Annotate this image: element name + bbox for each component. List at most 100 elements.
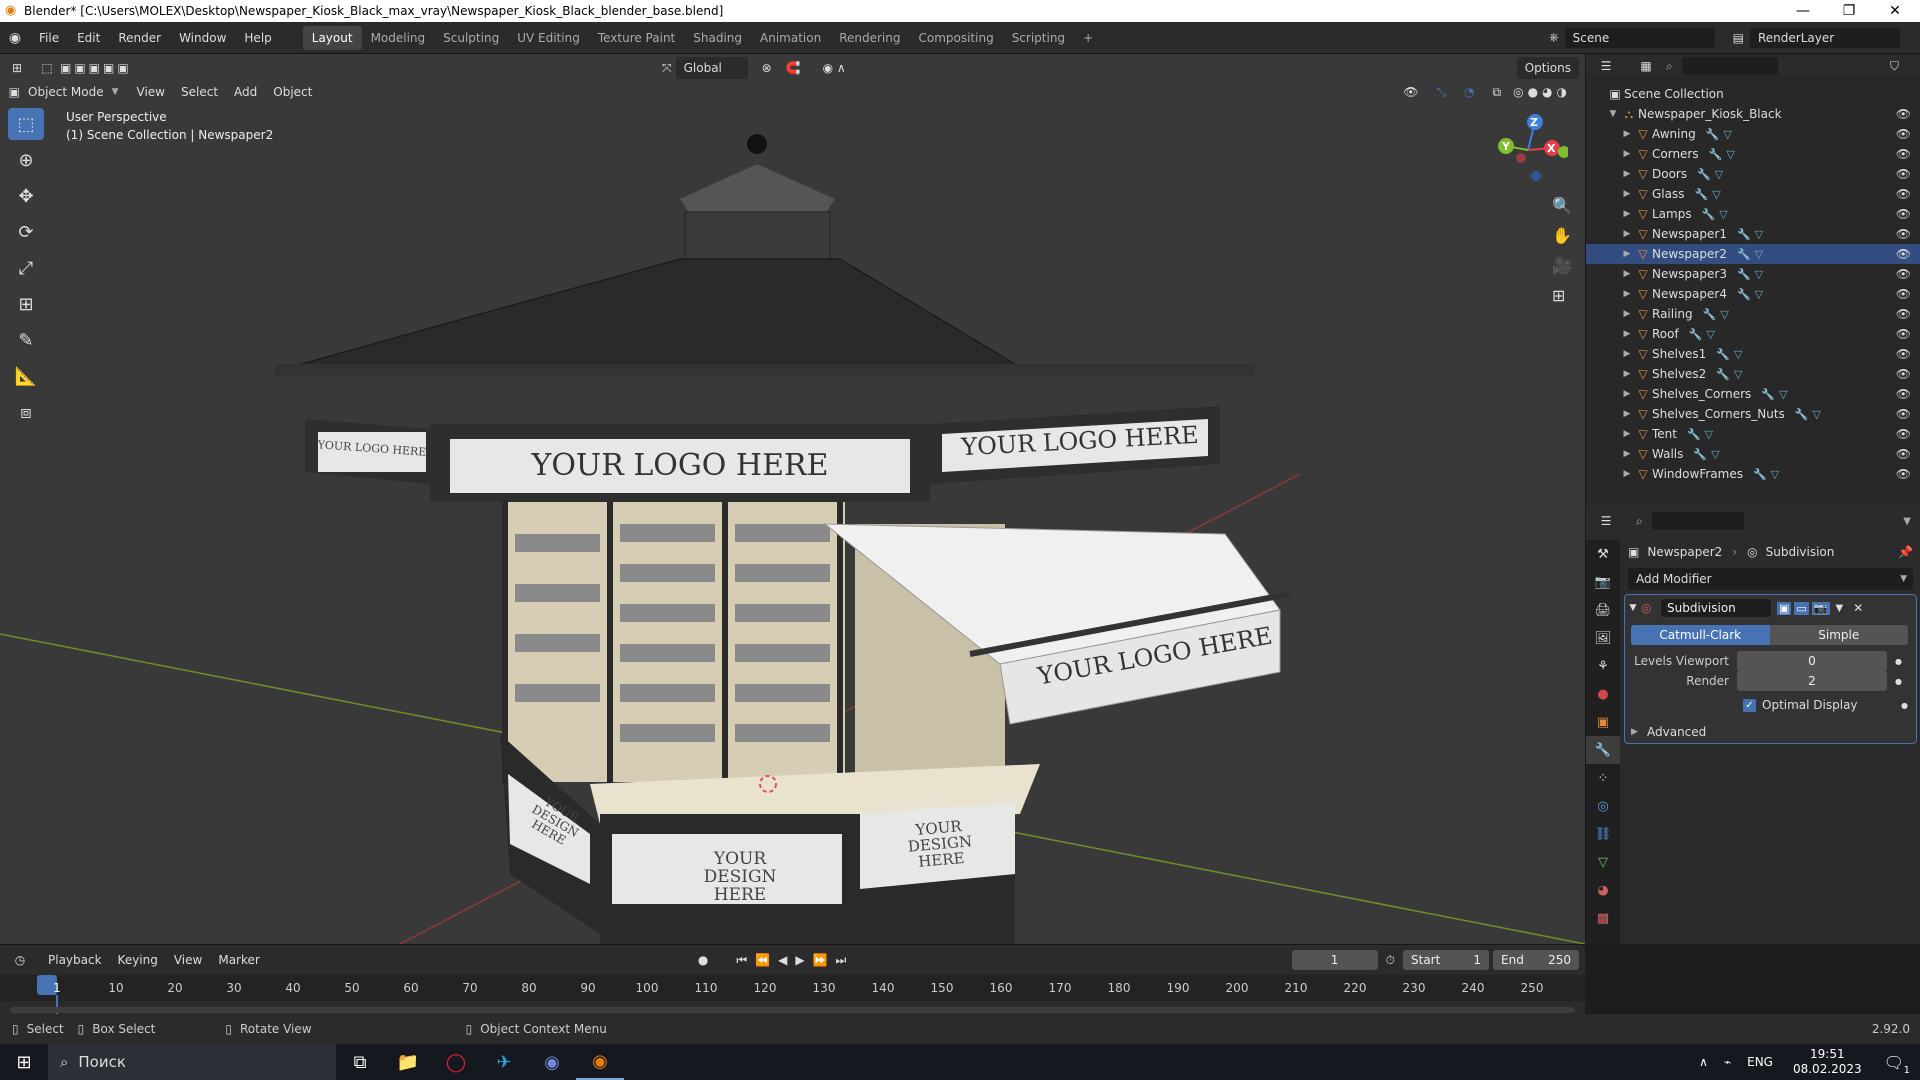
editor-type-icon[interactable]: ⊞ xyxy=(0,61,34,75)
scale-tool-icon[interactable]: ⤢ xyxy=(8,252,44,284)
rotate-tool-icon[interactable]: ⟳ xyxy=(8,216,44,248)
menu-marker[interactable]: Marker xyxy=(210,953,267,967)
visibility-eye-icon[interactable]: 👁 xyxy=(1896,247,1911,261)
catmull-clark-option[interactable]: Catmull-Clark xyxy=(1631,625,1770,645)
expand-arrow-icon[interactable]: ▶ xyxy=(1620,289,1634,299)
annotate-tool-icon[interactable]: ✎ xyxy=(8,324,44,356)
expand-arrow-icon[interactable]: ▶ xyxy=(1620,449,1634,459)
menu-playback[interactable]: Playback xyxy=(40,953,110,967)
properties-editor-icon[interactable]: ☰ xyxy=(1586,514,1626,528)
outliner-scene-collection[interactable]: ▣ Scene Collection xyxy=(1586,84,1920,104)
opera-icon[interactable]: ◯ xyxy=(432,1044,480,1080)
telegram-icon[interactable]: ✈ xyxy=(480,1044,528,1080)
xray-icon[interactable]: ⧉ xyxy=(1493,85,1502,100)
pan-hand-icon[interactable]: ✋ xyxy=(1552,226,1572,245)
outliner-item[interactable]: ▶ ▽ Shelves_Corners_Nuts 🔧▽ 👁 xyxy=(1586,404,1920,424)
pivot-icon[interactable]: ⊗ xyxy=(762,61,772,75)
network-icon[interactable]: ⌁ xyxy=(1724,1055,1731,1069)
optimal-display-checkbox[interactable]: ✓ xyxy=(1743,698,1756,712)
overlay-toggle-icon[interactable]: ◔ xyxy=(1464,85,1474,99)
preview-range-icon[interactable]: ⏱ xyxy=(1386,953,1395,968)
view-layer-tab-icon[interactable]: 🖼 xyxy=(1586,624,1620,652)
output-tab-icon[interactable]: 🖨 xyxy=(1586,596,1620,624)
outliner-item[interactable]: ▶ ▽ Doors 🔧▽ 👁 xyxy=(1586,164,1920,184)
scene-tab-icon[interactable]: ⚘ xyxy=(1586,652,1620,680)
modifier-tab-icon[interactable]: 🔧 xyxy=(1586,736,1620,764)
outliner-item[interactable]: ▶ ▽ Awning 🔧▽ 👁 xyxy=(1586,124,1920,144)
expand-arrow-icon[interactable]: ▶ xyxy=(1631,727,1647,737)
properties-search-input[interactable] xyxy=(1652,512,1744,530)
expand-arrow-icon[interactable]: ▶ xyxy=(1620,309,1634,319)
visibility-eye-icon[interactable]: 👁 xyxy=(1896,427,1911,441)
menu-select[interactable]: Select xyxy=(173,85,226,99)
outliner-item[interactable]: ▶ ▽ Newspaper3 🔧▽ 👁 xyxy=(1586,264,1920,284)
snap-icon[interactable]: 🧲 xyxy=(786,61,801,75)
menu-window[interactable]: Window xyxy=(170,31,235,45)
visibility-eye-icon[interactable]: 👁 xyxy=(1896,367,1911,381)
visibility-eye-icon[interactable]: 👁 xyxy=(1896,447,1911,461)
tab-scripting[interactable]: Scripting xyxy=(1003,26,1074,50)
tab-compositing[interactable]: Compositing xyxy=(909,26,1002,50)
outliner-item[interactable]: ▶ ▽ Shelves1 🔧▽ 👁 xyxy=(1586,344,1920,364)
tool-tab-icon[interactable]: ⚒ xyxy=(1586,540,1620,568)
measure-tool-icon[interactable]: 📐 xyxy=(8,360,44,392)
object-tab-icon[interactable]: ▣ xyxy=(1586,708,1620,736)
visibility-eye-icon[interactable]: 👁 xyxy=(1896,347,1911,361)
visibility-eye-icon[interactable]: 👁 xyxy=(1896,467,1911,481)
tab-shading[interactable]: Shading xyxy=(684,26,751,50)
outliner-item[interactable]: ▶ ▽ Corners 🔧▽ 👁 xyxy=(1586,144,1920,164)
current-frame-field[interactable]: 1 xyxy=(1291,950,1378,970)
shading-modes-icon[interactable]: ◎●◕◑ xyxy=(1513,85,1571,99)
tab-texture-paint[interactable]: Texture Paint xyxy=(589,26,684,50)
visibility-icon[interactable]: 👁 xyxy=(1403,85,1418,99)
simple-option[interactable]: Simple xyxy=(1769,625,1908,645)
ortho-grid-icon[interactable]: ⊞ xyxy=(1552,286,1565,305)
menu-file[interactable]: File xyxy=(30,31,68,45)
gizmo-toggle-icon[interactable]: ⤡ xyxy=(1436,85,1446,100)
transform-orientation-dropdown[interactable]: Global xyxy=(675,57,748,79)
expand-arrow-icon[interactable]: ▶ xyxy=(1620,469,1634,479)
remove-modifier-icon[interactable]: ✕ xyxy=(1853,601,1863,615)
menu-add[interactable]: Add xyxy=(226,85,265,99)
transform-tool-icon[interactable]: ⊞ xyxy=(8,288,44,320)
visibility-eye-icon[interactable]: 👁 xyxy=(1896,227,1911,241)
expand-arrow-icon[interactable]: ▶ xyxy=(1620,349,1634,359)
taskbar-search-box[interactable]: ⌕ Поиск xyxy=(48,1044,336,1080)
tab-modeling[interactable]: Modeling xyxy=(362,26,435,50)
menu-render[interactable]: Render xyxy=(109,31,170,45)
viewport-toggle-icon[interactable]: ▭ xyxy=(1794,601,1809,615)
expand-arrow-icon[interactable]: ▶ xyxy=(1620,409,1634,419)
levels-viewport-field[interactable]: 0 xyxy=(1737,651,1887,671)
frame-end-field[interactable]: End 250 xyxy=(1493,950,1579,970)
visibility-eye-icon[interactable]: 👁 xyxy=(1896,147,1911,161)
render-levels-field[interactable]: 2 xyxy=(1737,671,1887,691)
outliner-item[interactable]: ▶ ▽ Walls 🔧▽ 👁 xyxy=(1586,444,1920,464)
outliner-item[interactable]: ▶ ▽ Newspaper4 🔧▽ 👁 xyxy=(1586,284,1920,304)
keyframe-dot-icon[interactable]: ● xyxy=(1895,657,1902,666)
outliner-item[interactable]: ▶ ▽ Shelves2 🔧▽ 👁 xyxy=(1586,364,1920,384)
renderlayer-selector[interactable]: RenderLayer xyxy=(1750,27,1900,48)
menu-view[interactable]: View xyxy=(129,85,173,99)
tab-sculpting[interactable]: Sculpting xyxy=(434,26,508,50)
add-workspace-button[interactable]: + xyxy=(1074,26,1102,50)
render-toggle-icon[interactable]: 📷 xyxy=(1811,601,1830,615)
outliner-item[interactable]: ▶ ▽ Roof 🔧▽ 👁 xyxy=(1586,324,1920,344)
visibility-eye-icon[interactable]: 👁 xyxy=(1896,287,1911,301)
move-tool-icon[interactable]: ✥ xyxy=(8,180,44,212)
outliner-item[interactable]: ▶ ▽ Lamps 🔧▽ 👁 xyxy=(1586,204,1920,224)
visibility-eye-icon[interactable]: 👁 xyxy=(1896,327,1911,341)
constraints-tab-icon[interactable]: ⛓ xyxy=(1586,820,1620,848)
advanced-subpanel[interactable]: ▶ Advanced xyxy=(1631,723,1908,741)
menu-object[interactable]: Object xyxy=(265,85,320,99)
outliner-item[interactable]: ▶ ▽ Shelves_Corners 🔧▽ 👁 xyxy=(1586,384,1920,404)
texture-tab-icon[interactable]: ▩ xyxy=(1586,904,1620,932)
world-tab-icon[interactable]: ● xyxy=(1586,680,1620,708)
menu-help[interactable]: Help xyxy=(235,31,280,45)
task-view-icon[interactable]: ⧉ xyxy=(336,1044,384,1080)
visibility-eye-icon[interactable]: 👁 xyxy=(1896,307,1911,321)
tab-uv-editing[interactable]: UV Editing xyxy=(508,26,589,50)
chevron-down-icon[interactable]: ▼ xyxy=(1903,516,1911,527)
outliner-item[interactable]: ▶ ▽ Tent 🔧▽ 👁 xyxy=(1586,424,1920,444)
visibility-eye-icon[interactable]: 👁 xyxy=(1896,167,1911,181)
menu-keying[interactable]: Keying xyxy=(110,953,166,967)
